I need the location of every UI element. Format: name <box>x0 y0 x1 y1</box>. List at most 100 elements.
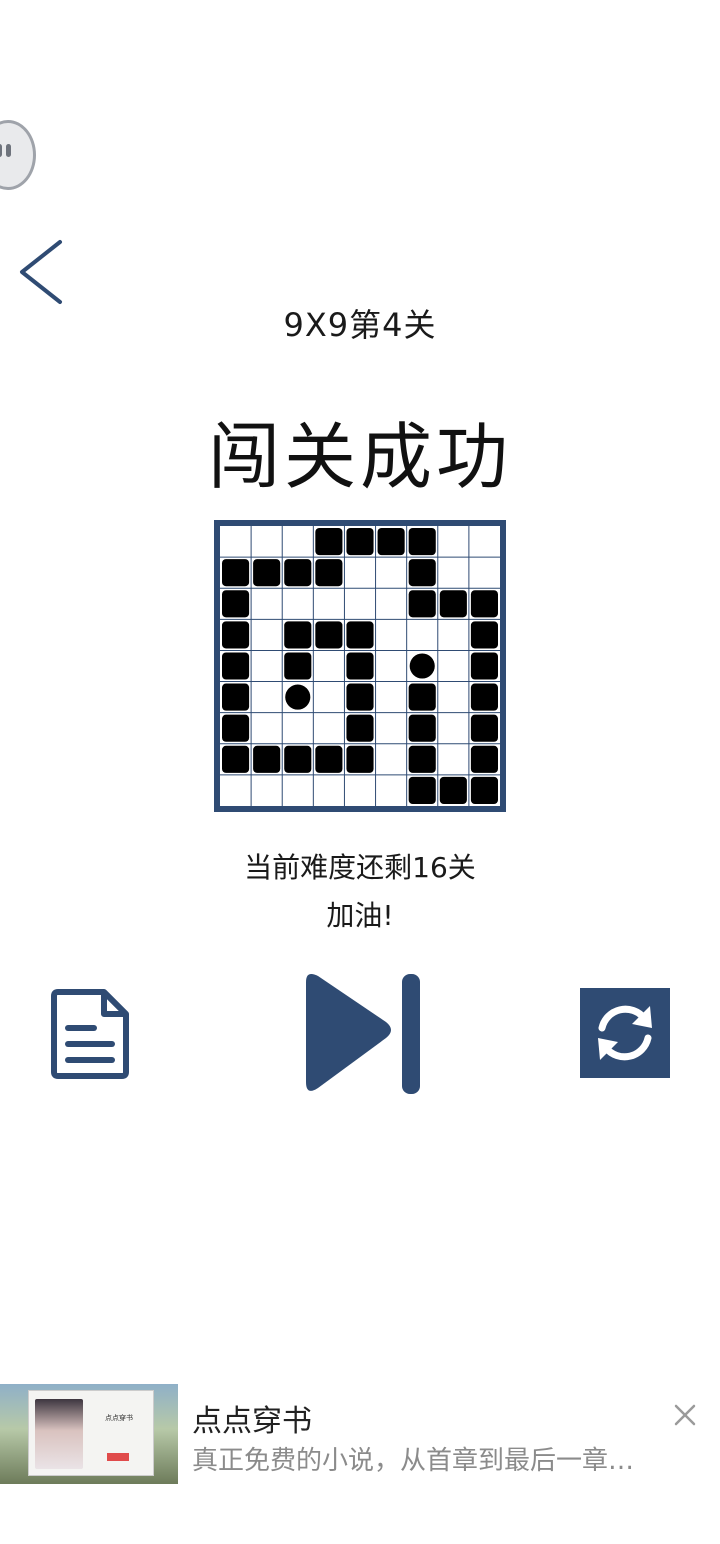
empty-cell[interactable] <box>314 714 343 743</box>
chevron-left-icon <box>20 240 62 304</box>
wall-block[interactable] <box>408 528 436 556</box>
wall-block[interactable] <box>470 621 498 649</box>
wall-block[interactable] <box>408 683 436 711</box>
wall-block[interactable] <box>470 683 498 711</box>
rules-document-button[interactable] <box>48 988 132 1080</box>
wall-block[interactable] <box>315 621 343 649</box>
empty-cell[interactable] <box>283 776 312 805</box>
wall-block[interactable] <box>253 559 281 587</box>
wall-block[interactable] <box>346 652 374 680</box>
empty-cell[interactable] <box>252 589 281 618</box>
ad-title[interactable]: 点点穿书 <box>192 1396 312 1440</box>
wall-block[interactable] <box>346 714 374 742</box>
wall-block[interactable] <box>470 652 498 680</box>
floating-assistant-bubble[interactable] <box>0 120 36 190</box>
wall-block[interactable] <box>222 590 250 618</box>
empty-cell[interactable] <box>345 558 374 587</box>
wall-block[interactable] <box>439 590 467 618</box>
empty-cell[interactable] <box>470 527 499 556</box>
empty-cell[interactable] <box>345 589 374 618</box>
empty-cell[interactable] <box>470 558 499 587</box>
empty-cell[interactable] <box>377 776 406 805</box>
wall-block[interactable] <box>222 683 250 711</box>
empty-cell[interactable] <box>439 558 468 587</box>
wall-block[interactable] <box>346 683 374 711</box>
wall-block[interactable] <box>470 714 498 742</box>
wall-block[interactable] <box>470 745 498 773</box>
wall-block[interactable] <box>470 590 498 618</box>
ball[interactable] <box>409 653 435 679</box>
empty-cell[interactable] <box>252 620 281 649</box>
wall-block[interactable] <box>377 528 405 556</box>
empty-cell[interactable] <box>439 620 468 649</box>
wall-block[interactable] <box>222 621 250 649</box>
empty-cell[interactable] <box>283 589 312 618</box>
empty-cell[interactable] <box>439 714 468 743</box>
ad-close-button[interactable] <box>670 1400 700 1430</box>
empty-cell[interactable] <box>252 776 281 805</box>
empty-cell[interactable] <box>283 714 312 743</box>
empty-cell[interactable] <box>377 589 406 618</box>
empty-cell[interactable] <box>377 651 406 680</box>
restart-button[interactable] <box>580 988 670 1078</box>
empty-cell[interactable] <box>252 683 281 712</box>
empty-cell[interactable] <box>283 527 312 556</box>
empty-cell[interactable] <box>252 714 281 743</box>
wall-block[interactable] <box>408 559 436 587</box>
remaining-levels-text: 当前难度还剩16关 <box>244 851 476 884</box>
success-title: 闯关成功 <box>207 415 512 499</box>
empty-cell[interactable] <box>377 683 406 712</box>
empty-cell[interactable] <box>439 527 468 556</box>
wall-block[interactable] <box>346 621 374 649</box>
board-grid <box>214 520 506 812</box>
empty-cell[interactable] <box>439 683 468 712</box>
wall-block[interactable] <box>222 714 250 742</box>
wall-block[interactable] <box>253 745 281 773</box>
empty-cell[interactable] <box>221 776 250 805</box>
empty-cell[interactable] <box>314 589 343 618</box>
empty-cell[interactable] <box>377 558 406 587</box>
empty-cell[interactable] <box>377 714 406 743</box>
wall-block[interactable] <box>315 528 343 556</box>
empty-cell[interactable] <box>252 527 281 556</box>
ad-description[interactable]: 真正免费的小说，从首章到最后一章… <box>192 1440 662 1477</box>
wall-block[interactable] <box>408 745 436 773</box>
wall-block[interactable] <box>284 652 312 680</box>
wall-block[interactable] <box>284 559 312 587</box>
empty-cell[interactable] <box>252 651 281 680</box>
wall-block[interactable] <box>439 776 467 804</box>
level-title: 9X9第4关 <box>283 306 437 344</box>
empty-cell[interactable] <box>345 776 374 805</box>
ad-image[interactable]: 点点穿书 <box>0 1384 178 1484</box>
wall-block[interactable] <box>315 559 343 587</box>
document-icon <box>51 989 129 1079</box>
ball[interactable] <box>285 684 311 710</box>
wall-block[interactable] <box>346 745 374 773</box>
wall-block[interactable] <box>346 528 374 556</box>
wall-block[interactable] <box>315 745 343 773</box>
wall-block[interactable] <box>408 776 436 804</box>
empty-cell[interactable] <box>221 527 250 556</box>
empty-cell[interactable] <box>439 745 468 774</box>
back-button[interactable] <box>14 236 70 308</box>
wall-block[interactable] <box>222 559 250 587</box>
empty-cell[interactable] <box>439 651 468 680</box>
empty-cell[interactable] <box>377 620 406 649</box>
empty-cell[interactable] <box>377 745 406 774</box>
empty-cell[interactable] <box>314 776 343 805</box>
close-icon <box>674 1404 696 1426</box>
wall-block[interactable] <box>408 590 436 618</box>
wall-block[interactable] <box>408 714 436 742</box>
cheer-text: 加油! <box>326 899 394 932</box>
ad-image-card: 点点穿书 <box>28 1390 154 1476</box>
wall-block[interactable] <box>470 776 498 804</box>
next-level-button[interactable] <box>296 968 424 1098</box>
wall-block[interactable] <box>284 745 312 773</box>
empty-cell[interactable] <box>408 620 437 649</box>
wall-block[interactable] <box>222 652 250 680</box>
empty-cell[interactable] <box>314 683 343 712</box>
empty-cell[interactable] <box>314 651 343 680</box>
wall-block[interactable] <box>284 621 312 649</box>
wall-block[interactable] <box>222 745 250 773</box>
chat-bubble-icon <box>0 144 11 157</box>
